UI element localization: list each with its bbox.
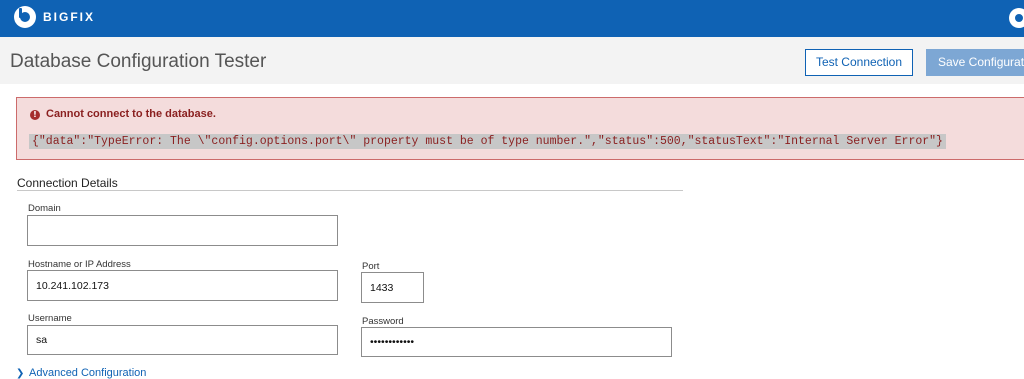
save-configuration-button[interactable]: Save Configuration bbox=[926, 49, 1024, 76]
password-label: Password bbox=[362, 316, 404, 327]
hostname-field[interactable] bbox=[27, 270, 338, 301]
top-navigation-bar: BIGFIX bbox=[0, 0, 1024, 37]
chevron-right-icon: ❯ bbox=[16, 368, 25, 379]
domain-label: Domain bbox=[28, 203, 61, 214]
bigfix-logo-icon[interactable] bbox=[14, 6, 36, 28]
section-title: Connection Details bbox=[17, 176, 118, 190]
section-divider bbox=[17, 190, 683, 191]
error-alert: ! Cannot connect to the database. {"data… bbox=[16, 97, 1024, 160]
password-field[interactable] bbox=[361, 327, 672, 357]
error-title: Cannot connect to the database. bbox=[46, 108, 216, 120]
advanced-configuration-toggle[interactable]: ❯ Advanced Configuration bbox=[16, 367, 146, 379]
error-detail: {"data":"TypeError: The \"config.options… bbox=[29, 134, 946, 149]
hostname-label: Hostname or IP Address bbox=[28, 259, 131, 270]
page-title: Database Configuration Tester bbox=[10, 51, 267, 72]
user-menu-icon[interactable] bbox=[1009, 8, 1024, 28]
port-field[interactable] bbox=[361, 272, 424, 303]
username-field[interactable] bbox=[27, 325, 338, 355]
username-label: Username bbox=[28, 313, 72, 324]
test-connection-button[interactable]: Test Connection bbox=[805, 49, 913, 76]
error-icon: ! bbox=[30, 110, 40, 120]
port-label: Port bbox=[362, 261, 380, 272]
brand-name: BIGFIX bbox=[43, 10, 96, 24]
advanced-configuration-label: Advanced Configuration bbox=[29, 367, 147, 379]
page-header: Database Configuration Tester Test Conne… bbox=[0, 37, 1024, 84]
domain-field[interactable] bbox=[27, 215, 338, 246]
